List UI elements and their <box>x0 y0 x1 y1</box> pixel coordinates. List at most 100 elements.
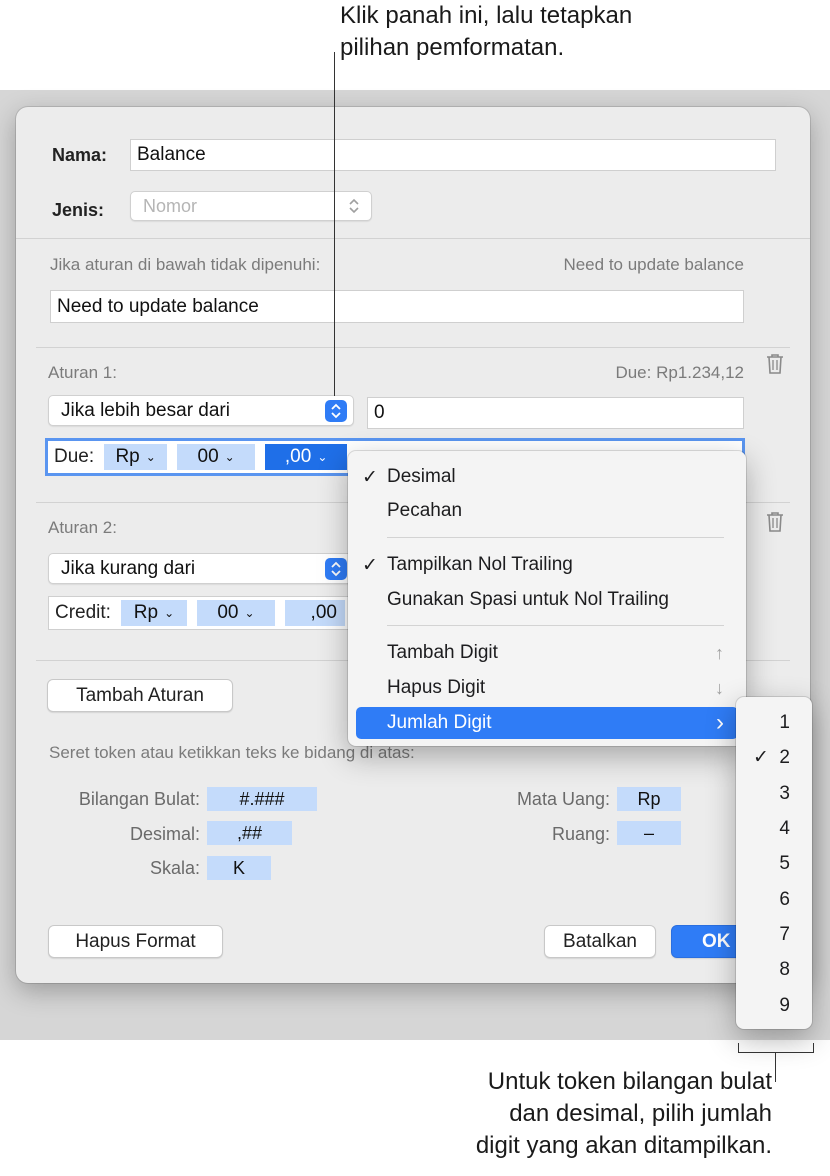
fallback-label: Jika aturan di bawah tidak dipenuhi: <box>50 255 321 274</box>
scale-palette-label: Skala: <box>149 858 200 878</box>
menu-separator <box>387 537 724 538</box>
submenu-item-label: 1 <box>779 711 790 733</box>
submenu-item-label: 4 <box>779 817 790 839</box>
submenu-item-label: 6 <box>779 888 790 910</box>
menu-item-remove-digit[interactable]: Hapus Digit ↓ <box>348 672 746 704</box>
chevron-down-icon: ⌄ <box>145 450 156 464</box>
integer-palette-token[interactable]: #.### <box>207 787 317 811</box>
submenu-item[interactable]: 8 <box>736 952 812 987</box>
decimal-token[interactable]: ,00 <box>284 600 345 626</box>
integer-token[interactable]: 00 ⌄ <box>196 600 275 626</box>
space-palette-token[interactable]: – <box>617 821 681 845</box>
submenu-item-label: 5 <box>779 852 790 874</box>
rule1-value-field[interactable]: 0 <box>367 397 744 429</box>
currency-token-label: Rp <box>133 602 159 623</box>
fallback-value: Need to update balance <box>57 295 259 317</box>
integer-token-label: 00 <box>217 602 239 623</box>
menu-item-fraction[interactable]: Pecahan <box>348 495 746 527</box>
decimal-token[interactable]: ,00 ⌄ <box>265 444 348 470</box>
chevron-updown-icon <box>325 399 347 422</box>
menu-item-label: Jumlah Digit <box>387 712 492 733</box>
submenu-item-label: 9 <box>779 994 790 1016</box>
submenu-item-label: 3 <box>779 782 790 804</box>
rule1-text-label: Due: <box>54 446 95 467</box>
chevron-right-icon: › <box>716 709 724 736</box>
trash-icon[interactable] <box>765 353 785 375</box>
callout-top-line2: pilihan pemformatan. <box>340 34 565 61</box>
callout-top: Klik panah ini, lalu tetapkan pilihan pe… <box>340 0 820 64</box>
decimal-token-label: ,00 <box>310 602 337 623</box>
name-value: Balance <box>137 144 206 165</box>
cancel-button[interactable]: Batalkan <box>544 925 656 958</box>
space-palette-label: Ruang: <box>551 824 610 844</box>
type-popup[interactable]: Nomor <box>130 191 372 221</box>
menu-item-label: Desimal <box>387 466 456 487</box>
type-label: Jenis: <box>52 200 105 220</box>
menu-item-digit-count[interactable]: Jumlah Digit › <box>356 707 738 739</box>
submenu-item[interactable]: 6 <box>736 882 812 917</box>
rule2-title: Aturan 2: <box>48 518 117 537</box>
arrow-down-icon: ↓ <box>715 677 724 698</box>
callout-top-line1: Klik panah ini, lalu tetapkan <box>340 2 633 29</box>
trash-icon[interactable] <box>765 511 785 533</box>
scale-palette-token[interactable]: K <box>207 856 271 880</box>
checkmark-icon: ✓ <box>362 466 378 488</box>
rule2-condition: Jika kurang dari <box>61 557 196 579</box>
chevron-updown-icon <box>325 557 347 580</box>
currency-token-label: Rp <box>115 446 140 467</box>
type-popup-value: Nomor <box>143 195 198 216</box>
integer-palette-label: Bilangan Bulat: <box>78 789 200 809</box>
decimal-palette-label: Desimal: <box>129 824 200 844</box>
currency-palette-label: Mata Uang: <box>516 789 610 809</box>
callout-bottom-line1: Untuk token bilangan bulat <box>487 1068 772 1095</box>
menu-item-label: Tampilkan Nol Trailing <box>387 554 573 575</box>
menu-item-use-space[interactable]: Gunakan Spasi untuk Nol Trailing <box>348 584 746 616</box>
menu-item-label: Tambah Digit <box>387 642 498 663</box>
submenu-item-label: 7 <box>779 923 790 945</box>
currency-palette-token[interactable]: Rp <box>617 787 681 811</box>
submenu-item-label: 8 <box>779 958 790 980</box>
callout-leader-line <box>775 1052 776 1082</box>
submenu-item[interactable]: 5 <box>736 846 812 881</box>
submenu-item[interactable]: ✓ 2 <box>736 740 812 775</box>
menu-item-show-trailing-zeros[interactable]: ✓ Tampilkan Nol Trailing <box>348 549 746 581</box>
currency-token[interactable]: Rp ⌄ <box>104 444 168 470</box>
digit-count-submenu: 1 ✓ 2 3 4 5 6 7 8 9 <box>736 697 812 1029</box>
rule1-value: 0 <box>374 402 385 423</box>
decimal-token-label: ,00 <box>284 446 312 467</box>
menu-item-label: Pecahan <box>387 500 463 521</box>
menu-item-decimal[interactable]: ✓ Desimal <box>348 461 746 493</box>
rule1-preview: Due: Rp1.234,12 <box>615 363 744 382</box>
integer-token[interactable]: 00 ⌄ <box>177 444 256 470</box>
submenu-item-label: 2 <box>779 746 790 768</box>
rule1-condition-popup[interactable]: Jika lebih besar dari <box>48 395 354 426</box>
add-rule-button[interactable]: Tambah Aturan <box>47 679 233 712</box>
submenu-item[interactable]: 7 <box>736 917 812 952</box>
rule1-condition: Jika lebih besar dari <box>61 399 230 421</box>
submenu-item[interactable]: 4 <box>736 811 812 846</box>
separator <box>16 238 810 239</box>
callout-bottom-line3: digit yang akan ditampilkan. <box>475 1132 772 1159</box>
fallback-text-field[interactable]: Need to update balance <box>50 290 744 323</box>
callout-bottom: Untuk token bilangan bulat dan desimal, … <box>352 1066 772 1162</box>
chevron-down-icon: ⌄ <box>164 606 175 620</box>
clear-format-button[interactable]: Hapus Format <box>48 925 223 958</box>
decimal-token-menu: ✓ Desimal Pecahan ✓ Tampilkan Nol Traili… <box>348 451 746 746</box>
chevron-down-icon: ⌄ <box>317 450 328 464</box>
submenu-item[interactable]: 3 <box>736 776 812 811</box>
rule2-condition-popup[interactable]: Jika kurang dari <box>48 553 354 584</box>
submenu-item[interactable]: 1 <box>736 705 812 740</box>
chevron-down-icon: ⌄ <box>244 606 255 620</box>
currency-token[interactable]: Rp ⌄ <box>120 600 187 626</box>
rule2-format-field[interactable]: Credit: Rp ⌄ 00 ⌄ ,00 <box>48 596 368 630</box>
menu-item-add-digit[interactable]: Tambah Digit ↑ <box>348 637 746 669</box>
rule2-text-label: Credit: <box>55 602 111 623</box>
callout-bottom-line2: dan desimal, pilih jumlah <box>509 1100 772 1127</box>
arrow-up-icon: ↑ <box>715 642 724 663</box>
callout-bracket <box>738 1052 814 1053</box>
checkmark-icon: ✓ <box>362 554 378 576</box>
name-field[interactable]: Balance <box>130 139 776 171</box>
submenu-item[interactable]: 9 <box>736 988 812 1023</box>
decimal-palette-token[interactable]: ,## <box>207 821 292 845</box>
callout-leader-line <box>334 52 335 396</box>
